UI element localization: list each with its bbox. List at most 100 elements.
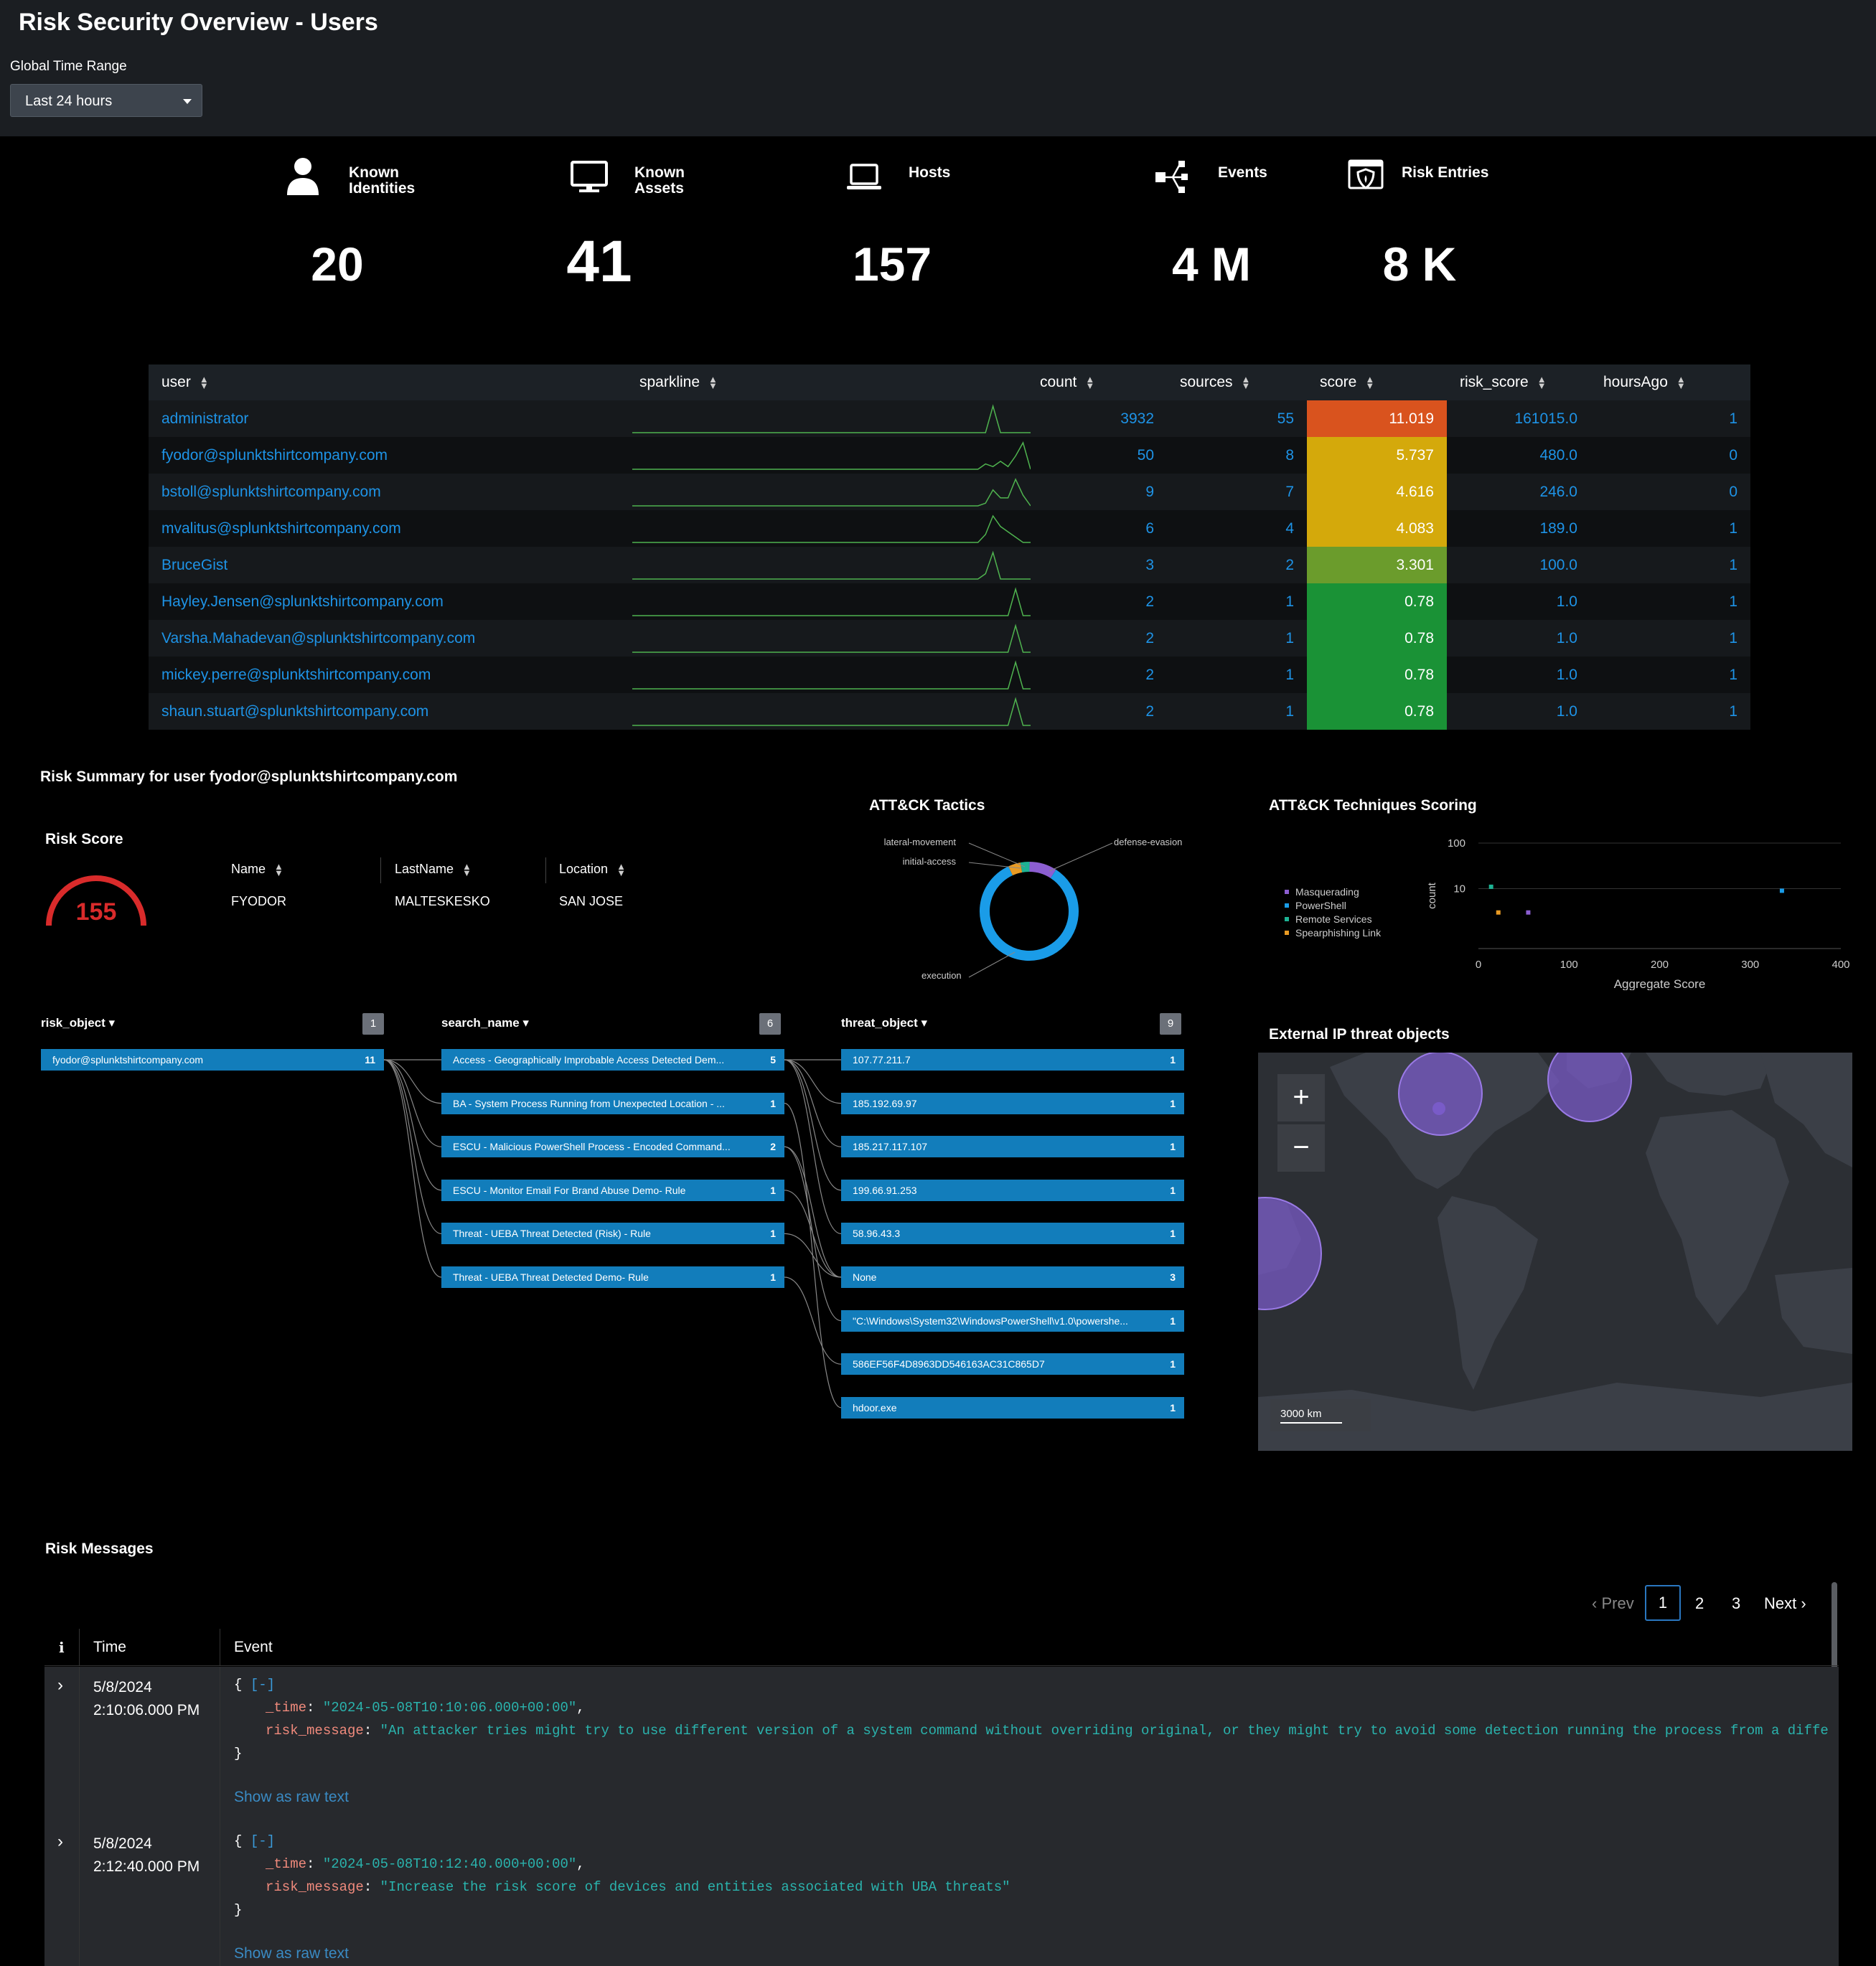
sources-cell[interactable]: 1 [1167,657,1307,693]
score-cell[interactable]: 4.083 [1307,510,1447,547]
flow-node[interactable]: 107.77.211.7 1 [841,1049,1184,1071]
flow-column-header[interactable]: risk_object ▾ [41,1016,115,1030]
count-cell[interactable]: 2 [1027,583,1167,620]
count-cell[interactable]: 50 [1027,437,1167,474]
flow-node[interactable]: ESCU - Malicious PowerShell Process - En… [441,1136,784,1158]
show-raw-text-link[interactable]: Show as raw text [234,1789,349,1806]
sources-cell[interactable]: 1 [1167,693,1307,730]
sources-cell[interactable]: 1 [1167,620,1307,657]
count-cell[interactable]: 2 [1027,620,1167,657]
risk-score-cell[interactable]: 246.0 [1447,474,1590,510]
flow-node[interactable]: 185.192.69.97 1 [841,1092,1184,1114]
sources-cell[interactable]: 7 [1167,474,1307,510]
next-page-button[interactable]: Next › [1764,1594,1806,1613]
count-cell[interactable]: 2 [1027,657,1167,693]
score-cell[interactable]: 0.78 [1307,583,1447,620]
user-link[interactable]: mvalitus@splunktshirtcompany.com [149,510,632,547]
flow-node[interactable]: fyodor@splunktshirtcompany.com 11 [41,1049,384,1071]
score-cell[interactable]: 0.78 [1307,693,1447,730]
flow-column-header[interactable]: search_name ▾ [441,1016,529,1030]
json-close: } [234,1902,243,1918]
flow-node[interactable]: "C:\Windows\System32\WindowsPowerShell\v… [841,1309,1184,1332]
page-2-button[interactable]: 2 [1695,1594,1704,1613]
flow-node[interactable]: hdoor.exe 1 [841,1396,1184,1419]
sources-cell[interactable]: 2 [1167,547,1307,583]
time-range-dropdown[interactable]: Last 24 hours [10,84,202,117]
hours-ago-cell[interactable]: 1 [1590,400,1750,437]
expand-chevron-icon[interactable]: › [57,1832,63,1852]
risk-score-cell[interactable]: 189.0 [1447,510,1590,547]
column-header-sparkline[interactable]: sparkline ▲ ▼ [632,364,1027,400]
flow-node[interactable]: Threat - UEBA Threat Detected (Risk) - R… [441,1223,784,1245]
flow-node[interactable]: 199.66.91.253 1 [841,1179,1184,1201]
page-3-button[interactable]: 3 [1732,1594,1740,1613]
user-link[interactable]: administrator [149,400,632,437]
flow-column-header[interactable]: threat_object ▾ [841,1016,927,1030]
risk-score-cell[interactable]: 1.0 [1447,693,1590,730]
count-cell[interactable]: 6 [1027,510,1167,547]
collapse-toggle[interactable]: [-] [250,1833,275,1849]
user-link[interactable]: shaun.stuart@splunktshirtcompany.com [149,693,632,730]
flow-node[interactable]: BA - System Process Running from Unexpec… [441,1092,784,1114]
flow-node[interactable]: 58.96.43.3 1 [841,1223,1184,1245]
user-link[interactable]: mickey.perre@splunktshirtcompany.com [149,657,632,693]
flow-node[interactable]: 185.217.117.107 1 [841,1136,1184,1158]
column-header-user[interactable]: user ▲ ▼ [149,364,632,400]
hours-ago-cell[interactable]: 1 [1590,620,1750,657]
risk-score-cell[interactable]: 161015.0 [1447,400,1590,437]
flow-node[interactable]: ESCU - Monitor Email For Brand Abuse Dem… [441,1179,784,1201]
sources-cell[interactable]: 8 [1167,437,1307,474]
hours-ago-cell[interactable]: 1 [1590,693,1750,730]
page-1-button[interactable]: 1 [1645,1585,1681,1621]
risk-score-cell[interactable]: 1.0 [1447,620,1590,657]
risk-score-cell[interactable]: 1.0 [1447,657,1590,693]
column-header-name[interactable]: Name ▲ ▼ [231,862,283,878]
user-link[interactable]: Varsha.Mahadevan@splunktshirtcompany.com [149,620,632,657]
prev-page-button[interactable]: ‹ Prev [1592,1594,1634,1613]
user-link[interactable]: Hayley.Jensen@splunktshirtcompany.com [149,583,632,620]
zoom-out-button[interactable]: − [1277,1124,1325,1172]
collapse-toggle[interactable]: [-] [250,1677,275,1693]
user-link[interactable]: bstoll@splunktshirtcompany.com [149,474,632,510]
user-link[interactable]: fyodor@splunktshirtcompany.com [149,437,632,474]
expand-chevron-icon[interactable]: › [57,1675,63,1695]
column-header-location[interactable]: Location ▲ ▼ [559,862,626,878]
column-header-sources[interactable]: sources ▲ ▼ [1167,364,1307,400]
column-header-lastname[interactable]: LastName ▲ ▼ [395,862,472,878]
count-cell[interactable]: 2 [1027,693,1167,730]
score-cell[interactable]: 11.019 [1307,400,1447,437]
flow-node[interactable]: Threat - UEBA Threat Detected Demo- Rule… [441,1266,784,1288]
risk-score-cell[interactable]: 1.0 [1447,583,1590,620]
column-header-risk-score[interactable]: risk_score ▲ ▼ [1447,364,1590,400]
threat-map[interactable]: + − 3000 km [1258,1053,1852,1451]
show-raw-text-link[interactable]: Show as raw text [234,1945,349,1962]
score-cell[interactable]: 0.78 [1307,620,1447,657]
score-cell[interactable]: 0.78 [1307,657,1447,693]
flow-node[interactable]: None 3 [841,1266,1184,1288]
sources-cell[interactable]: 55 [1167,400,1307,437]
score-cell[interactable]: 4.616 [1307,474,1447,510]
score-cell[interactable]: 5.737 [1307,437,1447,474]
count-cell[interactable]: 3932 [1027,400,1167,437]
flow-node[interactable]: 586EF56F4D8963DD546163AC31C865D7 1 [841,1353,1184,1375]
sources-cell[interactable]: 1 [1167,583,1307,620]
zoom-in-button[interactable]: + [1277,1074,1325,1121]
column-header-hours-ago[interactable]: hoursAgo ▲ ▼ [1590,364,1750,400]
hours-ago-cell[interactable]: 1 [1590,657,1750,693]
hours-ago-cell[interactable]: 1 [1590,583,1750,620]
count-cell[interactable]: 9 [1027,474,1167,510]
sources-cell[interactable]: 4 [1167,510,1307,547]
network-icon [1155,161,1188,193]
hours-ago-cell[interactable]: 0 [1590,474,1750,510]
risk-score-cell[interactable]: 100.0 [1447,547,1590,583]
user-link[interactable]: BruceGist [149,547,632,583]
flow-node[interactable]: Access - Geographically Improbable Acces… [441,1049,784,1071]
hours-ago-cell[interactable]: 1 [1590,510,1750,547]
column-header-score[interactable]: score ▲ ▼ [1307,364,1447,400]
risk-score-cell[interactable]: 480.0 [1447,437,1590,474]
hours-ago-cell[interactable]: 1 [1590,547,1750,583]
count-cell[interactable]: 3 [1027,547,1167,583]
hours-ago-cell[interactable]: 0 [1590,437,1750,474]
score-cell[interactable]: 3.301 [1307,547,1447,583]
column-header-count[interactable]: count ▲ ▼ [1027,364,1167,400]
